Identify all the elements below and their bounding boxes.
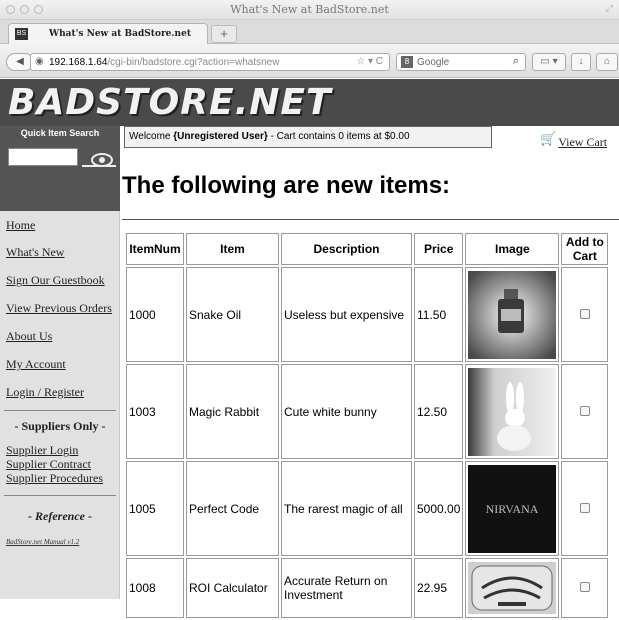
navigation-bar: ◀ ◉ 192.168.1.64/cgi-bin/badstore.cgi?ac… bbox=[0, 44, 619, 78]
search-engine-icon[interactable]: 8 bbox=[401, 56, 413, 68]
item-image-cell bbox=[465, 267, 560, 362]
column-header-description: Description bbox=[281, 233, 412, 265]
item-image-cell bbox=[465, 364, 560, 459]
add-to-cart-checkbox[interactable] bbox=[579, 502, 590, 513]
search-input[interactable]: Google bbox=[417, 57, 449, 68]
supplier-procedures-link[interactable]: Supplier Procedures bbox=[6, 471, 103, 486]
snake-oil-image bbox=[468, 270, 557, 359]
sidebar-link-login-register[interactable]: Login / Register bbox=[6, 385, 84, 400]
sidebar: Quick Item Search Home What's New Sign O… bbox=[0, 126, 120, 599]
item-name: Perfect Code bbox=[186, 461, 279, 556]
sidebar-link-home[interactable]: Home bbox=[6, 218, 35, 233]
address-bar[interactable]: ◉ 192.168.1.64/cgi-bin/badstore.cgi?acti… bbox=[30, 53, 390, 71]
view-cart-label: View Cart bbox=[558, 135, 608, 149]
sidebar-link-whats-new[interactable]: What's New bbox=[6, 245, 64, 260]
url-host: 192.168.1.64 bbox=[49, 57, 108, 68]
table-row: 1008 ROI Calculator Accurate Return on I… bbox=[126, 558, 609, 618]
sidebar-divider bbox=[4, 410, 116, 411]
suppliers-heading: - Suppliers Only - bbox=[14, 419, 106, 433]
item-description: Cute white bunny bbox=[281, 364, 412, 459]
item-description: Useless but expensive bbox=[281, 267, 412, 362]
item-name: Snake Oil bbox=[186, 267, 279, 362]
window-title: What's New at BadStore.net bbox=[230, 3, 389, 16]
add-to-cart-cell bbox=[561, 461, 609, 556]
page-title: The following are new items: bbox=[122, 172, 451, 199]
column-header-itemnum: ItemNum bbox=[126, 233, 184, 265]
heading-divider bbox=[122, 219, 619, 220]
welcome-suffix: - Cart contains 0 items at $0.00 bbox=[267, 131, 410, 142]
table-row: 1005 Perfect Code The rarest magic of al… bbox=[126, 461, 609, 556]
new-tab-button[interactable]: + bbox=[211, 25, 237, 43]
shopping-cart-icon[interactable]: 🛒 bbox=[540, 131, 556, 147]
manual-link[interactable]: BadStore.net Manual v1.2 bbox=[6, 538, 79, 546]
item-number: 1008 bbox=[126, 558, 184, 618]
item-price: 22.95 bbox=[414, 558, 464, 618]
quick-search-panel: Quick Item Search bbox=[0, 126, 120, 211]
window-titlebar: What's New at BadStore.net ⤢ bbox=[0, 0, 619, 20]
site-logo[interactable]: BADSTORE.NET bbox=[8, 82, 332, 123]
search-icon[interactable]: ⌕ bbox=[513, 55, 519, 68]
item-number: 1003 bbox=[126, 364, 184, 459]
welcome-banner: Welcome {Unregistered User} - Cart conta… bbox=[124, 126, 492, 148]
nirvana-album-image: NIRVANA bbox=[468, 464, 557, 553]
globe-icon: ◉ bbox=[35, 56, 44, 67]
new-items-table: ItemNum Item Description Price Image Add… bbox=[124, 231, 610, 620]
table-row: 1003 Magic Rabbit Cute white bunny 12.50 bbox=[126, 364, 609, 459]
item-price: 11.50 bbox=[414, 267, 464, 362]
search-bar[interactable]: 8 Google ⌕ bbox=[396, 53, 526, 71]
column-header-add-to-cart: Add to Cart bbox=[561, 233, 609, 265]
item-name: ROI Calculator bbox=[186, 558, 279, 618]
quick-search-label: Quick Item Search bbox=[20, 128, 100, 138]
page-content: BADSTORE.NET Quick Item Search Home What… bbox=[0, 79, 619, 618]
home-button[interactable]: ⌂ bbox=[596, 53, 618, 71]
welcome-prefix: Welcome bbox=[129, 131, 174, 142]
site-favicon-icon: BS bbox=[15, 28, 28, 40]
white-rabbit-image bbox=[468, 367, 557, 456]
sidebar-link-my-account[interactable]: My Account bbox=[6, 357, 66, 372]
item-description: The rarest magic of all bbox=[281, 461, 412, 556]
table-header-row: ItemNum Item Description Price Image Add… bbox=[126, 233, 609, 265]
column-header-image: Image bbox=[465, 233, 560, 265]
site-header: BADSTORE.NET bbox=[0, 79, 619, 126]
item-price: 5000.00 bbox=[414, 461, 464, 556]
downloads-button[interactable]: ↓ bbox=[571, 53, 591, 71]
sidebar-link-about-us[interactable]: About Us bbox=[6, 329, 52, 344]
add-to-cart-cell bbox=[561, 558, 609, 618]
fullscreen-icon[interactable]: ⤢ bbox=[606, 3, 613, 14]
item-number: 1000 bbox=[126, 267, 184, 362]
search-go-icon[interactable] bbox=[82, 150, 116, 168]
tab-title: What's New at BadStore.net bbox=[49, 29, 191, 39]
ouija-board-image bbox=[468, 562, 557, 614]
album-title-text: NIRVANA bbox=[486, 502, 539, 516]
item-image-cell bbox=[465, 558, 560, 618]
add-to-cart-cell bbox=[561, 267, 609, 362]
quick-search-input[interactable] bbox=[8, 148, 78, 166]
item-image-cell: NIRVANA bbox=[465, 461, 560, 556]
add-to-cart-checkbox[interactable] bbox=[579, 582, 590, 592]
bookmark-star-icon[interactable]: ☆ ▾ C bbox=[356, 56, 383, 67]
sidebar-link-previous-orders[interactable]: View Previous Orders bbox=[6, 301, 112, 316]
item-price: 12.50 bbox=[414, 364, 464, 459]
table-row: 1000 Snake Oil Useless but expensive 11.… bbox=[126, 267, 609, 362]
tab-bar: BS What's New at BadStore.net + bbox=[0, 20, 619, 45]
view-cart-link[interactable]: 🛒 View Cart bbox=[540, 131, 607, 150]
column-header-item: Item bbox=[186, 233, 279, 265]
supplier-contract-link[interactable]: Supplier Contract bbox=[6, 457, 91, 472]
welcome-user: {Unregistered User} bbox=[173, 131, 268, 142]
url-path: /cgi-bin/badstore.cgi?action=whatsnew bbox=[107, 57, 280, 68]
sidebar-link-guestbook[interactable]: Sign Our Guestbook bbox=[6, 273, 105, 288]
url-text[interactable]: 192.168.1.64/cgi-bin/badstore.cgi?action… bbox=[49, 57, 279, 68]
item-number: 1005 bbox=[126, 461, 184, 556]
column-header-price: Price bbox=[414, 233, 464, 265]
sidebar-divider bbox=[4, 495, 116, 496]
item-description: Accurate Return on Investment bbox=[281, 558, 412, 618]
reference-heading: - Reference - bbox=[28, 509, 92, 523]
add-to-cart-cell bbox=[561, 364, 609, 459]
item-name: Magic Rabbit bbox=[186, 364, 279, 459]
supplier-login-link[interactable]: Supplier Login bbox=[6, 443, 78, 458]
tab-whats-new[interactable]: BS What's New at BadStore.net bbox=[8, 23, 208, 45]
bookmarks-button[interactable]: ▭ ▾ bbox=[532, 53, 566, 71]
add-to-cart-checkbox[interactable] bbox=[579, 308, 590, 319]
add-to-cart-checkbox[interactable] bbox=[579, 405, 590, 416]
